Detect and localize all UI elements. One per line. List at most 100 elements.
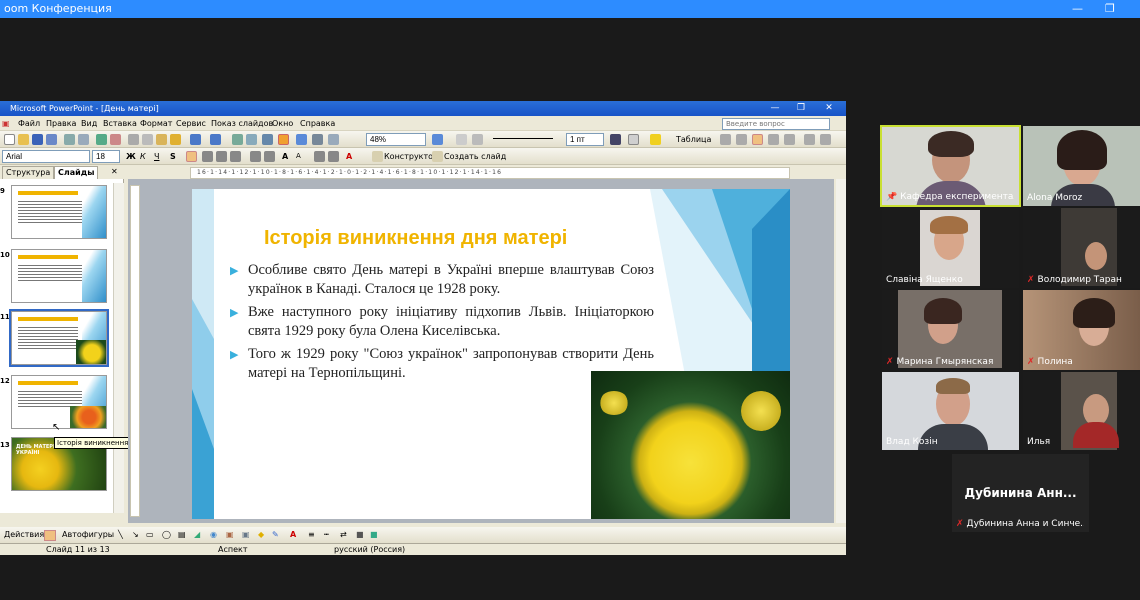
save-icon[interactable] xyxy=(32,134,43,145)
fill-color-icon[interactable] xyxy=(650,134,661,145)
zoom-select[interactable]: 48% xyxy=(366,133,426,146)
font-color-icon[interactable]: A xyxy=(346,150,352,163)
close-panel-icon[interactable]: ✕ xyxy=(108,166,121,179)
menu-slideshow[interactable]: Показ слайдов xyxy=(211,116,273,131)
menu-help[interactable]: Справка xyxy=(300,116,335,131)
clipart-icon[interactable]: ▣ xyxy=(226,527,234,543)
font-color-draw-icon[interactable]: A xyxy=(290,527,296,543)
border-icon[interactable] xyxy=(628,134,639,145)
show-grid-icon[interactable] xyxy=(328,134,339,145)
menu-edit[interactable]: Правка xyxy=(46,116,76,131)
participant-tile-no-video[interactable]: Дубинина Анн... ✗ Дубинина Анна и Синче..… xyxy=(952,454,1089,532)
split-cells-icon[interactable] xyxy=(736,134,747,145)
redo-icon[interactable] xyxy=(210,134,221,145)
line-width-select[interactable]: 1 пт xyxy=(566,133,604,146)
align-bottom-icon[interactable] xyxy=(784,134,795,145)
line-style-select[interactable] xyxy=(490,133,562,146)
insert-chart-icon[interactable] xyxy=(232,134,243,145)
tables-borders-icon[interactable] xyxy=(262,134,273,145)
distribute-columns-icon[interactable] xyxy=(820,134,831,145)
bold-icon[interactable]: Ж xyxy=(126,150,136,163)
preview-icon[interactable] xyxy=(78,134,89,145)
menu-window[interactable]: Окно xyxy=(272,116,293,131)
select-objects-icon[interactable] xyxy=(44,530,56,541)
table-menu[interactable]: Таблица xyxy=(676,133,711,146)
ppt-close-icon[interactable]: ✕ xyxy=(818,101,840,116)
decrease-font-icon[interactable]: A xyxy=(296,150,301,163)
justify-icon[interactable] xyxy=(230,151,241,162)
text-box-icon[interactable] xyxy=(456,134,467,145)
3d-style-icon[interactable]: ■ xyxy=(370,527,378,543)
ppt-restore-icon[interactable]: ❐ xyxy=(790,101,812,116)
bullets-icon[interactable] xyxy=(264,151,275,162)
menu-format[interactable]: Формат xyxy=(140,116,172,131)
align-top-icon[interactable] xyxy=(752,134,763,145)
numbering-icon[interactable] xyxy=(250,151,261,162)
doc-icon[interactable]: ▣ xyxy=(2,116,10,131)
align-center-text-icon[interactable] xyxy=(202,151,213,162)
new-slide-button[interactable]: Создать слайд xyxy=(444,150,506,163)
autoshapes-menu[interactable]: Автофигуры xyxy=(62,527,114,543)
diagram-icon[interactable]: ◉ xyxy=(210,527,217,543)
arrow-style-icon[interactable]: ⇄ xyxy=(340,527,347,543)
color-grayscale-icon[interactable] xyxy=(278,134,289,145)
font-name-select[interactable]: Arial xyxy=(2,150,90,163)
dash-style-icon[interactable]: ┅ xyxy=(324,527,329,543)
line-color-icon[interactable]: ✎ xyxy=(272,527,279,543)
minimize-icon[interactable]: — xyxy=(1072,0,1083,18)
participant-tile[interactable]: Славіна Ященко xyxy=(882,208,1019,288)
menu-view[interactable]: Вид xyxy=(81,116,97,131)
tab-slides[interactable]: Слайды xyxy=(54,166,99,179)
underline-icon[interactable]: Ч xyxy=(154,150,159,163)
research-icon[interactable] xyxy=(110,134,121,145)
copy-icon[interactable] xyxy=(142,134,153,145)
insert-table-icon[interactable] xyxy=(246,134,257,145)
undo-icon[interactable] xyxy=(190,134,201,145)
draw-actions-menu[interactable]: Действия xyxy=(4,527,44,543)
align-left-icon[interactable] xyxy=(186,151,197,162)
menu-insert[interactable]: Вставка xyxy=(103,116,137,131)
shadow-style-icon[interactable]: ■ xyxy=(356,527,364,543)
menu-tools[interactable]: Сервис xyxy=(176,116,206,131)
increase-font-icon[interactable]: A xyxy=(282,150,288,163)
arrow-tool-icon[interactable]: ↘ xyxy=(132,527,139,543)
slide-thumbnail-9[interactable] xyxy=(11,185,107,239)
distribute-rows-icon[interactable] xyxy=(804,134,815,145)
font-size-select[interactable]: 18 xyxy=(92,150,120,163)
insert-hyperlink-icon[interactable] xyxy=(296,134,307,145)
paste-icon[interactable] xyxy=(156,134,167,145)
print-icon[interactable] xyxy=(64,134,75,145)
slide-thumbnail-12[interactable] xyxy=(11,375,107,429)
expand-all-icon[interactable] xyxy=(312,134,323,145)
align-center-icon[interactable] xyxy=(768,134,779,145)
participant-tile[interactable]: Влад Козін xyxy=(882,372,1019,450)
canvas-scrollbar[interactable] xyxy=(836,179,846,523)
format-painter-icon[interactable] xyxy=(170,134,181,145)
participant-tile[interactable]: ✗ Полина xyxy=(1023,290,1140,370)
spelling-icon[interactable] xyxy=(96,134,107,145)
participant-tile[interactable]: ✗ Володимир Таран xyxy=(1023,208,1140,288)
open-icon[interactable] xyxy=(18,134,29,145)
slide-thumbnail-10[interactable] xyxy=(11,249,107,303)
thumbs-scrollbar[interactable] xyxy=(113,183,124,513)
increase-indent-icon[interactable] xyxy=(328,151,339,162)
decrease-indent-icon[interactable] xyxy=(314,151,325,162)
italic-icon[interactable]: К xyxy=(140,150,146,163)
pen-icon[interactable] xyxy=(610,134,621,145)
wordart-icon[interactable]: ◢ xyxy=(194,527,200,543)
cut-icon[interactable] xyxy=(128,134,139,145)
line-style-icon[interactable]: ≡ xyxy=(308,527,315,543)
textbox-tool-icon[interactable]: ▤ xyxy=(178,527,186,543)
oval-tool-icon[interactable]: ◯ xyxy=(162,527,171,543)
designer-button[interactable]: Конструктор xyxy=(384,150,438,163)
restore-icon[interactable]: ❐ xyxy=(1105,0,1115,18)
shadow-icon[interactable]: S xyxy=(170,150,176,163)
fill-bucket-icon[interactable]: ◆ xyxy=(258,527,264,543)
help-search-input[interactable]: Введите вопрос xyxy=(722,118,830,130)
participant-tile[interactable]: Илья xyxy=(1023,372,1140,450)
align-right-icon[interactable] xyxy=(216,151,227,162)
merge-cells-icon[interactable] xyxy=(720,134,731,145)
permission-icon[interactable] xyxy=(46,134,57,145)
new-icon[interactable] xyxy=(4,134,15,145)
tab-structure[interactable]: Структура xyxy=(2,166,55,179)
